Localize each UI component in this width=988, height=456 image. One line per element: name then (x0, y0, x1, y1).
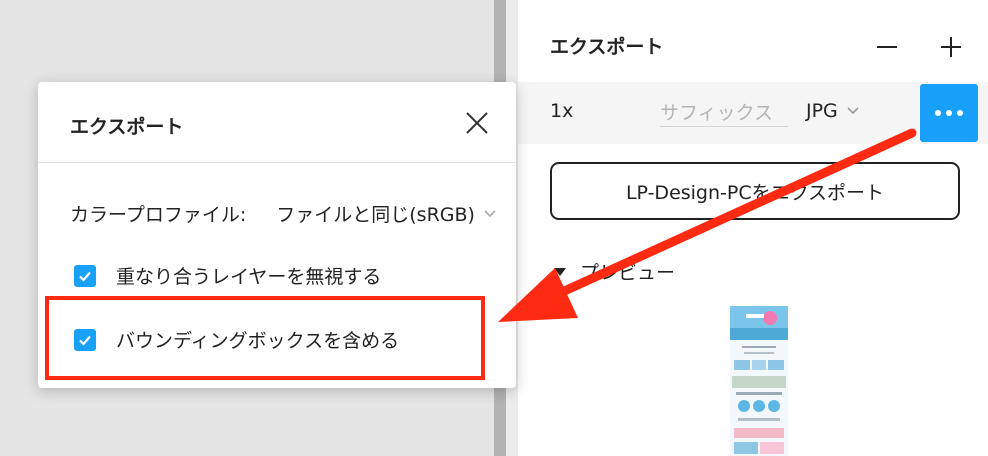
export-settings-row: 1x サフィックス JPG (518, 82, 988, 144)
more-horizontal-icon (935, 110, 963, 116)
preview-thumbnail (730, 306, 788, 456)
ignore-overlapping-layers-label: 重なり合うレイヤーを無視する (116, 266, 382, 288)
remove-export-button[interactable] (870, 30, 904, 64)
suffix-underline (660, 126, 788, 127)
chevron-down-icon (484, 209, 496, 217)
ignore-overlapping-layers-option[interactable]: 重なり合うレイヤーを無視する (74, 262, 381, 289)
annotation-highlight-box (45, 296, 485, 380)
suffix-input[interactable]: サフィックス (660, 98, 773, 125)
preview-label: プレビュー (580, 262, 676, 284)
dialog-close-button[interactable] (462, 108, 492, 138)
more-options-button[interactable] (920, 84, 978, 142)
page-preview-image (730, 306, 788, 456)
export-button[interactable]: LP-Design-PCをエクスポート (550, 162, 960, 220)
add-export-button[interactable] (934, 30, 968, 64)
color-profile-select[interactable]: ファイルと同じ(sRGB) (276, 200, 475, 227)
scale-select[interactable]: 1x (550, 100, 573, 122)
chevron-down-icon (847, 107, 859, 115)
dialog-separator (38, 162, 516, 163)
format-value: JPG (806, 100, 838, 122)
minus-icon (877, 46, 897, 48)
close-icon (466, 112, 488, 134)
ignore-overlapping-layers-checkbox[interactable] (74, 264, 96, 287)
export-panel: エクスポート 1x サフィックス JPG LP-Design-PCをエクスポート… (518, 0, 988, 456)
color-profile-label: カラープロファイル: (70, 204, 247, 226)
plus-icon (941, 37, 961, 57)
checkmark-icon (79, 271, 91, 282)
format-select[interactable]: JPG (806, 100, 860, 122)
preview-toggle[interactable]: プレビュー (554, 258, 675, 285)
panel-title: エクスポート (550, 36, 664, 58)
dialog-title: エクスポート (70, 116, 184, 138)
triangle-down-icon (554, 267, 566, 276)
color-profile-row: カラープロファイル: ファイルと同じ(sRGB) (70, 200, 497, 227)
